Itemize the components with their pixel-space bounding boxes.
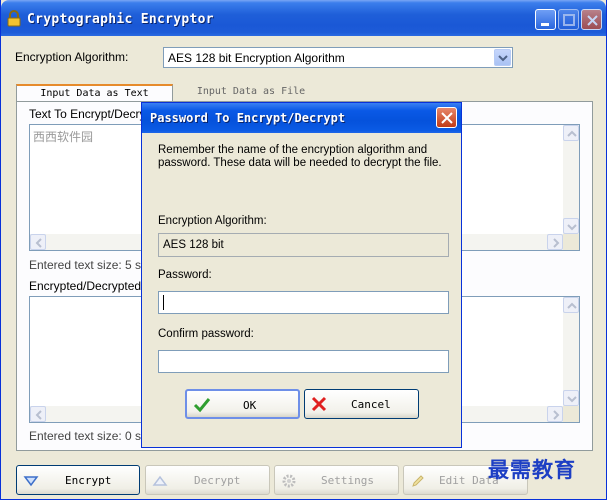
output-text-label: Encrypted/Decrypted Te — [29, 279, 157, 293]
chevron-down-icon — [498, 55, 508, 62]
chevron-left-icon — [35, 410, 42, 420]
chevron-up-icon — [567, 130, 577, 137]
output-vertical-scrollbar[interactable] — [563, 297, 579, 406]
cancel-x-icon — [311, 396, 327, 412]
chevron-left-icon — [35, 238, 42, 248]
dialog-title-bar[interactable]: Password To Encrypt/Decrypt — [142, 103, 461, 133]
decrypt-button[interactable]: Decrypt — [145, 465, 270, 495]
scroll-right-button[interactable] — [547, 234, 563, 250]
algorithm-label: Encryption Algorithm: — [15, 50, 129, 64]
scroll-down-button[interactable] — [563, 218, 579, 234]
maximize-icon — [563, 14, 575, 26]
scroll-left-button[interactable] — [30, 406, 46, 422]
cancel-button-label: Cancel — [351, 398, 391, 411]
input-text-label: Text To Encrypt/Decryp — [29, 107, 153, 121]
input-vertical-scrollbar[interactable] — [563, 125, 579, 234]
algorithm-select-value: AES 128 bit Encryption Algorithm — [168, 51, 345, 65]
confirm-password-label: Confirm password: — [158, 328, 254, 340]
scroll-up-button[interactable] — [563, 297, 579, 313]
cancel-button[interactable]: Cancel — [304, 389, 419, 419]
scroll-left-button[interactable] — [30, 234, 46, 250]
encrypt-button-label: Encrypt — [65, 474, 112, 487]
scrollbar-corner — [563, 406, 579, 422]
chevron-down-icon — [567, 396, 577, 403]
maximize-button[interactable] — [558, 9, 579, 30]
encrypt-button[interactable]: Encrypt — [16, 465, 140, 495]
tab-input-file[interactable]: Input Data as File — [176, 84, 326, 102]
gear-icon — [282, 474, 296, 488]
minimize-icon — [541, 23, 549, 26]
text-cursor — [163, 295, 164, 310]
scroll-down-button[interactable] — [563, 390, 579, 406]
dialog-close-button[interactable] — [436, 107, 457, 128]
scroll-right-button[interactable] — [547, 406, 563, 422]
close-icon — [587, 15, 598, 26]
password-field[interactable] — [158, 291, 449, 314]
dialog-algorithm-field: AES 128 bit — [158, 233, 449, 257]
settings-button[interactable]: Settings — [274, 465, 399, 495]
dialog-title: Password To Encrypt/Decrypt — [150, 111, 346, 125]
title-bar[interactable]: Cryptographic Encryptor — [1, 0, 606, 36]
dialog-message-line2: password. These data will be needed to d… — [158, 157, 442, 169]
dialog-algorithm-value: AES 128 bit — [163, 239, 224, 251]
dialog-message-line1: Remember the name of the encryption algo… — [158, 144, 428, 156]
chevron-down-icon — [567, 224, 577, 231]
confirm-password-field[interactable] — [158, 350, 449, 373]
decrypt-button-label: Decrypt — [194, 474, 241, 487]
scroll-up-button[interactable] — [563, 125, 579, 141]
check-icon — [193, 398, 211, 413]
chevron-up-icon — [567, 302, 577, 309]
dialog-algorithm-label: Encryption Algorithm: — [158, 215, 267, 227]
minimize-button[interactable] — [535, 9, 556, 30]
watermark-text: 最需教育 — [488, 458, 576, 482]
scrollbar-corner — [563, 234, 579, 250]
arrow-up-icon — [152, 475, 168, 486]
ok-button-label: OK — [243, 399, 257, 412]
input-text-value: 西西软件园 — [33, 130, 94, 144]
password-dialog: Password To Encrypt/Decrypt Remember the… — [141, 102, 462, 448]
tab-input-text[interactable]: Input Data as Text — [16, 84, 173, 102]
pencil-icon — [412, 475, 424, 487]
close-icon — [441, 112, 453, 124]
window-title: Cryptographic Encryptor — [27, 12, 214, 27]
algorithm-select[interactable]: AES 128 bit Encryption Algorithm — [163, 47, 513, 68]
lock-icon — [7, 10, 21, 27]
settings-button-label: Settings — [321, 474, 374, 487]
password-label: Password: — [158, 269, 212, 281]
dialog-body: Remember the name of the encryption algo… — [146, 133, 457, 444]
chevron-right-icon — [553, 238, 560, 248]
close-button[interactable] — [581, 9, 602, 30]
ok-button[interactable]: OK — [185, 389, 300, 419]
dropdown-button[interactable] — [494, 49, 511, 66]
chevron-right-icon — [553, 410, 560, 420]
arrow-down-icon — [23, 476, 39, 487]
